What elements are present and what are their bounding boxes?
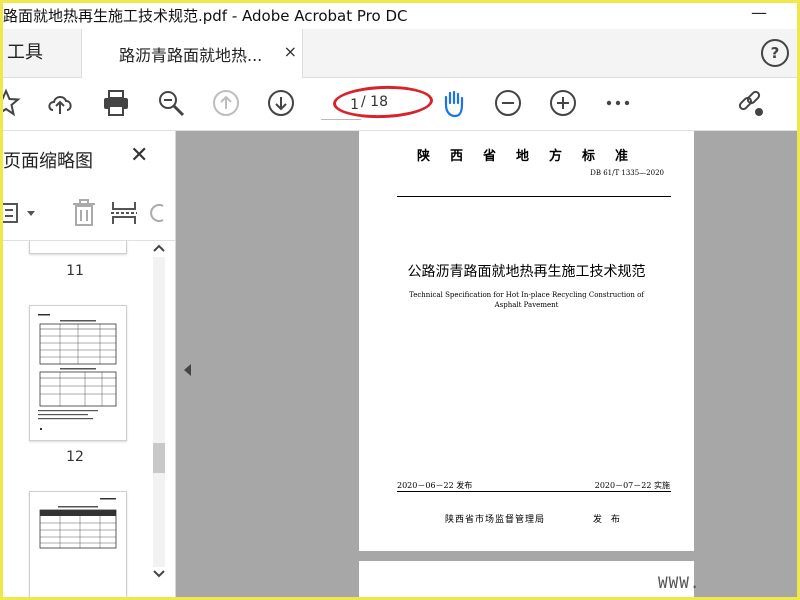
watermark-text: WWW. bbox=[658, 573, 701, 592]
page-up-icon[interactable] bbox=[211, 88, 241, 118]
page-down-icon[interactable] bbox=[266, 88, 296, 118]
scrollbar-thumb[interactable] bbox=[153, 443, 165, 473]
document-page-2 bbox=[359, 561, 694, 597]
thumbnail-list: 11 12 bbox=[3, 241, 147, 597]
thumbnail-number: 12 bbox=[66, 449, 84, 465]
panel-toolbar bbox=[3, 186, 175, 241]
hand-tool-icon[interactable] bbox=[438, 88, 468, 118]
footer-divider bbox=[397, 491, 671, 492]
thumbnail-page-12[interactable] bbox=[29, 305, 127, 441]
panel-close-button[interactable]: ✕ bbox=[130, 143, 148, 168]
issuer: 陕西省市场监督管理局 bbox=[445, 515, 546, 525]
zoom-out-icon[interactable] bbox=[493, 88, 523, 118]
more-icon[interactable] bbox=[603, 88, 633, 118]
thumbnail-page-11[interactable] bbox=[29, 241, 127, 254]
publish-date: 2020－06－22 发布 bbox=[397, 481, 473, 490]
scrollbar-track[interactable] bbox=[153, 257, 165, 567]
thumbnail-page-13-content bbox=[39, 498, 117, 549]
thumbnail-page-13[interactable] bbox=[29, 491, 127, 597]
tab-document-label: 路沥青路面就地热... bbox=[119, 46, 263, 65]
thumbnail-page-12-content bbox=[38, 314, 117, 430]
scroll-up-icon[interactable] bbox=[152, 243, 166, 253]
star-icon[interactable] bbox=[3, 88, 21, 118]
tab-bar: 工具 路沥青路面就地热... × ? bbox=[3, 29, 797, 78]
standard-header: 陕西省地方标准 bbox=[416, 149, 648, 164]
split-page-icon[interactable] bbox=[109, 198, 139, 228]
issue-word: 发 布 bbox=[593, 515, 623, 525]
document-title-en: Technical Specification for Hot In-place… bbox=[409, 291, 644, 309]
rotate-icon[interactable] bbox=[149, 198, 169, 228]
tab-close-button[interactable]: × bbox=[284, 42, 297, 61]
print-icon[interactable] bbox=[101, 88, 131, 118]
document-viewer[interactable]: 陕西省地方标准 DB 61/T 1335—2020 公路沥青路面就地热再生施工技… bbox=[176, 131, 797, 597]
tab-tools[interactable]: 工具 bbox=[3, 29, 81, 77]
standard-code: DB 61/T 1335—2020 bbox=[590, 169, 664, 177]
trash-icon[interactable] bbox=[69, 198, 99, 228]
window-title: 路面就地热再生施工技术规范.pdf - Adobe Acrobat Pro DC bbox=[3, 7, 408, 25]
panel-title: 页面缩略图 bbox=[3, 151, 93, 172]
thumbnail-options-icon[interactable] bbox=[3, 198, 43, 228]
zoom-search-icon[interactable] bbox=[156, 88, 186, 118]
collapse-panel-icon[interactable] bbox=[184, 364, 191, 376]
title-bar: 路面就地热再生施工技术规范.pdf - Adobe Acrobat Pro DC… bbox=[3, 3, 797, 29]
document-title-cn: 公路沥青路面就地热再生施工技术规范 bbox=[407, 264, 646, 280]
implement-date: 2020－07－22 实施 bbox=[594, 481, 670, 490]
tab-document[interactable]: 路沥青路面就地热... × bbox=[81, 29, 303, 78]
upload-icon[interactable] bbox=[45, 88, 75, 118]
thumbnail-number: 11 bbox=[66, 263, 84, 279]
scroll-down-icon[interactable] bbox=[152, 569, 166, 579]
document-page-1: 陕西省地方标准 DB 61/T 1335—2020 公路沥青路面就地热再生施工技… bbox=[359, 131, 694, 551]
zoom-in-icon[interactable] bbox=[548, 88, 578, 118]
help-button[interactable]: ? bbox=[761, 39, 789, 67]
tab-tools-label: 工具 bbox=[7, 42, 43, 63]
app-window: 路面就地热再生施工技术规范.pdf - Adobe Acrobat Pro DC… bbox=[3, 3, 797, 597]
thumbnail-panel: 页面缩略图 ✕ 11 12 bbox=[3, 131, 176, 597]
header-divider bbox=[397, 196, 671, 197]
minimize-button[interactable]: — bbox=[751, 3, 767, 22]
thumbnail-scrollbar[interactable] bbox=[149, 241, 169, 581]
share-link-icon[interactable] bbox=[736, 88, 766, 118]
